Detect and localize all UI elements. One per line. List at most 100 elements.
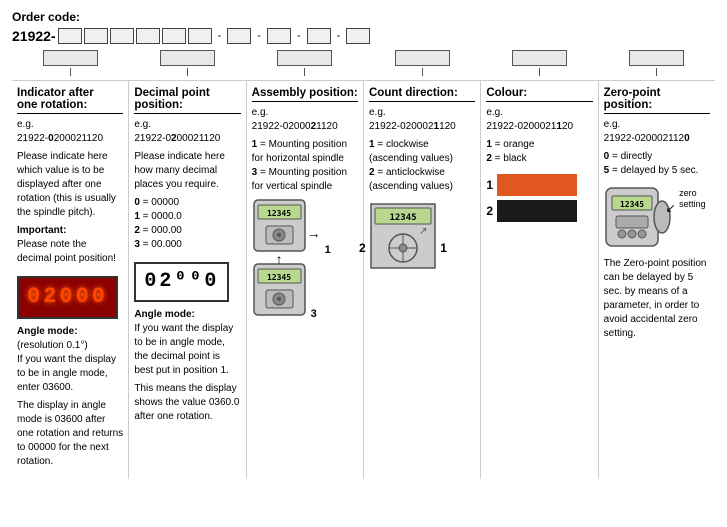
arrow-right: → — [307, 224, 321, 244]
col1-important: Important:Please note the decimal point … — [17, 224, 123, 266]
code-box-7[interactable] — [227, 28, 251, 44]
vertical-device-svg: 12345 — [252, 262, 307, 317]
arrow-up: ↑ — [276, 250, 283, 270]
col3-eg: e.g.21922-0200021120 — [252, 106, 358, 134]
assembly-num-3: 3 — [311, 308, 317, 320]
svg-text:12345: 12345 — [267, 273, 291, 282]
col1-eg: e.g.21922-0200021120 — [17, 118, 123, 146]
col1-angle-info: The display in angle mode is 03600 after… — [17, 399, 123, 469]
code-box-8[interactable] — [267, 28, 291, 44]
count-device: 12345 ↗ 2 1 — [369, 202, 437, 275]
col-colour: Colour: e.g.21922-0200021120 1 = orange … — [481, 81, 598, 479]
col5-input[interactable] — [512, 50, 567, 66]
count-device-svg: 12345 ↗ — [369, 202, 437, 270]
col6-top-box — [598, 50, 715, 66]
horizontal-device-svg: 12345 — [252, 198, 307, 253]
assembly-device-3: 12345 ↑ — [252, 262, 307, 322]
col6-input[interactable] — [629, 50, 684, 66]
svg-text:12345: 12345 — [389, 213, 416, 223]
code-box-9[interactable] — [307, 28, 331, 44]
col-decimal: Decimal point position: e.g.21922-020002… — [129, 81, 246, 479]
code-box-10[interactable] — [346, 28, 370, 44]
swatch-2-label: 2 — [486, 203, 493, 220]
swatch-1-label: 1 — [486, 177, 493, 194]
col4-desc: 1 = clockwise (ascending values) 2 = ant… — [369, 138, 475, 194]
col1-body: e.g.21922-0200021120 Please indicate her… — [17, 118, 123, 469]
col6-eg: e.g.21922-0200021120 — [604, 118, 710, 146]
col3-input[interactable] — [277, 50, 332, 66]
col3-body: e.g.21922-0200021120 1 = Mounting positi… — [252, 106, 358, 322]
swatch-orange-row: 1 — [486, 174, 592, 196]
swatch-black — [497, 200, 577, 222]
col5-body: e.g.21922-0200021120 1 = orange 2 = blac… — [486, 106, 592, 222]
count-label-2: 2 — [359, 240, 366, 257]
col1-top-box — [12, 50, 129, 66]
red-led-display: 02000 — [17, 276, 118, 319]
svg-text:↗: ↗ — [419, 226, 427, 237]
code-box-1[interactable] — [58, 28, 82, 44]
assembly-device-3-row: 12345 ↑ 3 — [252, 262, 358, 322]
col4-top-box — [364, 50, 481, 66]
code-box-6[interactable] — [188, 28, 212, 44]
col-indicator: Indicator afterone rotation: e.g.21922-0… — [12, 81, 129, 479]
col2-header: Decimal point position: — [134, 87, 240, 114]
col4-header: Count direction: — [369, 87, 475, 102]
zero-arrow: ↙ — [666, 200, 676, 217]
top-col-boxes — [12, 50, 715, 66]
col4-eg: e.g.21922-0200021120 — [369, 106, 475, 134]
assembly-num-1: 1 — [325, 244, 331, 256]
white-led-display: 02⁰⁰0 — [134, 262, 229, 302]
col1-input[interactable] — [43, 50, 98, 66]
col-zero: Zero-point position: e.g.21922-020002112… — [599, 81, 715, 479]
assembly-device-1: 12345 → — [252, 198, 307, 258]
order-code-input-row: 21922- - - - - — [12, 28, 715, 44]
col2-top-box — [129, 50, 246, 66]
swatch-black-row: 2 — [486, 200, 592, 222]
col5-top-box — [481, 50, 598, 66]
col3-top-box — [246, 50, 363, 66]
order-code-block: Order code: 21922- - - - - — [12, 10, 715, 44]
col5-header: Colour: — [486, 87, 592, 102]
col-assembly: Assembly position: e.g.21922-0200021120 … — [247, 81, 364, 479]
col2-eg: e.g.21922-0200021120 — [134, 118, 240, 146]
col2-angle-label: Angle mode:If you want the display to be… — [134, 308, 240, 378]
code-box-3[interactable] — [110, 28, 134, 44]
order-code-number: 21922- — [12, 28, 56, 44]
code-box-2[interactable] — [84, 28, 108, 44]
order-code-label: Order code: — [12, 10, 715, 24]
swatch-orange — [497, 174, 577, 196]
count-label-1: 1 — [440, 240, 447, 257]
col6-desc: 0 = directly 5 = delayed by 5 sec. — [604, 150, 710, 178]
col4-body: e.g.21922-0200021120 1 = clockwise (asce… — [369, 106, 475, 279]
col6-header: Zero-point position: — [604, 87, 710, 114]
col6-info: The Zero-point position can be delayed b… — [604, 257, 710, 341]
assembly-device-1-row: 12345 → 1 — [252, 198, 358, 258]
col1-angle-label: Angle mode:(resolution 0.1°)If you want … — [17, 325, 123, 395]
col2-input[interactable] — [160, 50, 215, 66]
col4-input[interactable] — [395, 50, 450, 66]
zero-device-svg: 12345 — [604, 186, 672, 248]
assembly-label-1: 1 — [325, 243, 331, 258]
col3-desc: 1 = Mounting position for horizontal spi… — [252, 138, 358, 194]
col-count: Count direction: e.g.21922-0200021120 1 … — [364, 81, 481, 479]
col5-eg: e.g.21922-0200021120 — [486, 106, 592, 134]
zero-setting-label: zerosetting — [679, 188, 706, 210]
col1-desc: Please indicate here which value is to b… — [17, 150, 123, 220]
code-box-4[interactable] — [136, 28, 160, 44]
col2-angle-info: This means the display shows the value 0… — [134, 382, 240, 424]
zero-device-container: 12345 zerosetting ↙ — [604, 186, 672, 253]
svg-text:12345: 12345 — [267, 209, 291, 218]
col2-body: e.g.21922-0200021120 Please indicate her… — [134, 118, 240, 424]
connector-lines — [12, 68, 715, 76]
col1-header: Indicator afterone rotation: — [17, 87, 123, 114]
code-box-5[interactable] — [162, 28, 186, 44]
assembly-label-3: 3 — [311, 307, 317, 322]
svg-text:12345: 12345 — [620, 200, 644, 209]
col3-header: Assembly position: — [252, 87, 358, 102]
col2-desc: Please indicate here how many decimal pl… — [134, 150, 240, 192]
col2-options: 0 = 00000 1 = 0000.0 2 = 000.00 3 = 00.0… — [134, 196, 240, 252]
col6-body: e.g.21922-0200021120 0 = directly 5 = de… — [604, 118, 710, 341]
col5-desc: 1 = orange 2 = black — [486, 138, 592, 166]
main-columns: Indicator afterone rotation: e.g.21922-0… — [12, 80, 715, 479]
page: Order code: 21922- - - - - — [0, 0, 727, 489]
